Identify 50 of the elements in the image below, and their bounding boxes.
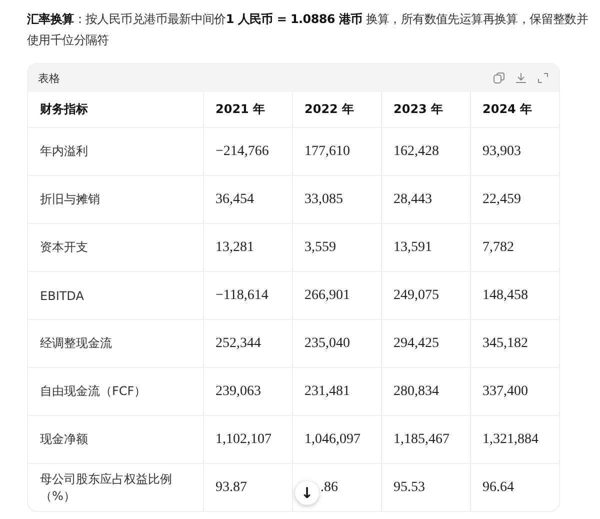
table-title: 表格 xyxy=(38,70,60,86)
table-cell: 36,454 xyxy=(203,176,292,224)
table-cell: 231,481 xyxy=(292,368,381,416)
copy-icon[interactable] xyxy=(493,72,505,84)
table-cell: 266,901 xyxy=(292,272,381,320)
exchange-rate-note: 汇率换算：按人民币兑港币最新中间价1 人民币 = 1.0886 港币 换算，所有数值先运算再换算，保留整数并使用千位分隔符 xyxy=(27,11,590,49)
column-header: 财务指标 xyxy=(28,92,203,128)
table-cell: 93,903 xyxy=(470,128,559,176)
table-cell: 折旧与摊销 xyxy=(28,176,203,224)
table-cell: 294,425 xyxy=(381,320,470,368)
table-cell: 249,075 xyxy=(381,272,470,320)
table-cell: 235,040 xyxy=(292,320,381,368)
table-cell: 33,085 xyxy=(292,176,381,224)
table-cell: 母公司股东应占权益比例（%） xyxy=(28,464,203,511)
table-cell: 93.87 xyxy=(203,464,292,511)
table-cell: 95.53 xyxy=(381,464,470,511)
column-header: 2024 年 xyxy=(470,92,559,128)
table-cell: 1,321,884 xyxy=(470,416,559,464)
download-icon[interactable] xyxy=(515,72,527,84)
table-cell: 自由现金流（FCF） xyxy=(28,368,203,416)
table-cell: 13,591 xyxy=(381,224,470,272)
table-cell: 现金净额 xyxy=(28,416,203,464)
table-cell: 13,281 xyxy=(203,224,292,272)
table-cell: 337,400 xyxy=(470,368,559,416)
table-cell: 345,182 xyxy=(470,320,559,368)
table-cell: 162,428 xyxy=(381,128,470,176)
table-cell: 280,834 xyxy=(381,368,470,416)
table-cell: 148,458 xyxy=(470,272,559,320)
table-cell: 177,610 xyxy=(292,128,381,176)
table-cell: 3,559 xyxy=(292,224,381,272)
table-cell: 28,443 xyxy=(381,176,470,224)
column-header: 2021 年 xyxy=(203,92,292,128)
table-cell: EBITDA xyxy=(28,272,203,320)
table-cell: 年内溢利 xyxy=(28,128,203,176)
column-header: 2022 年 xyxy=(292,92,381,128)
table-cell: 1,102,107 xyxy=(203,416,292,464)
table-cell: 1,185,467 xyxy=(381,416,470,464)
table-cell: 239,063 xyxy=(203,368,292,416)
column-header: 2023 年 xyxy=(381,92,470,128)
table-cell: 资本开支 xyxy=(28,224,203,272)
table-cell: 96.64 xyxy=(470,464,559,511)
table-cell: 经调整现金流 xyxy=(28,320,203,368)
scroll-down-button[interactable]: ↓ xyxy=(295,481,319,505)
table-cell: −118,614 xyxy=(203,272,292,320)
table-cell: −214,766 xyxy=(203,128,292,176)
table-cell: 252,344 xyxy=(203,320,292,368)
table-cell: 22,459 xyxy=(470,176,559,224)
expand-icon[interactable] xyxy=(537,72,549,84)
table-cell: 7,782 xyxy=(470,224,559,272)
table-cell: 1,046,097 xyxy=(292,416,381,464)
